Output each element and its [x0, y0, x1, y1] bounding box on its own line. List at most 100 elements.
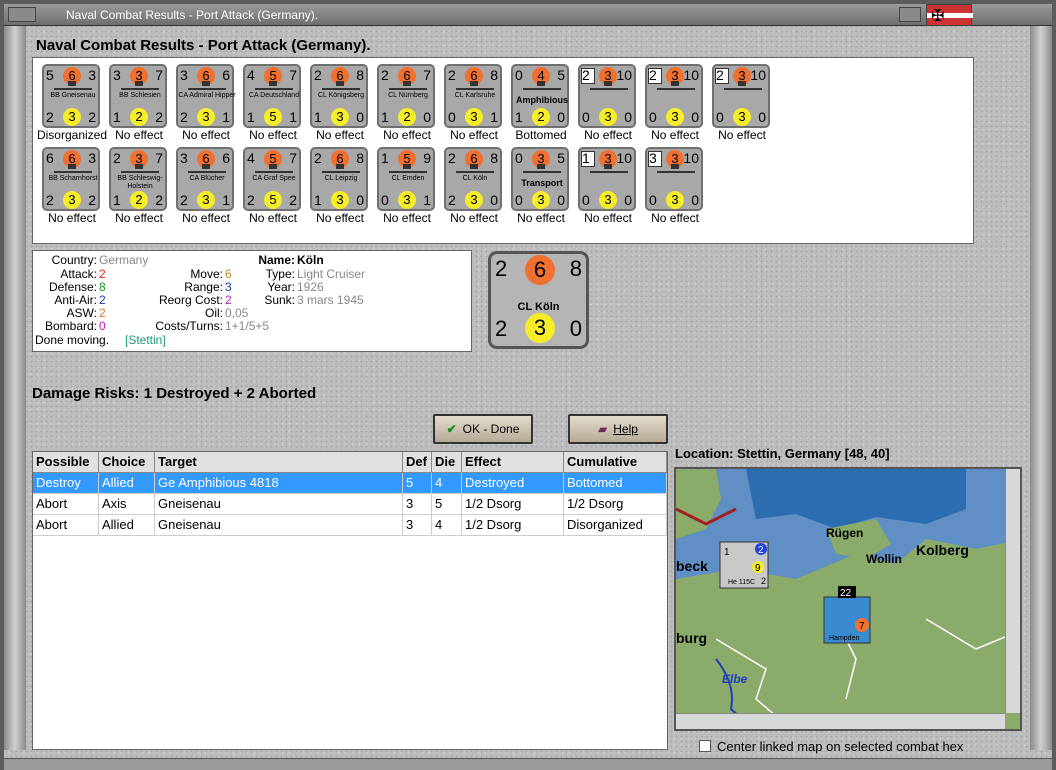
- unit-name: BB Gneisenau: [50, 92, 96, 99]
- unit-card[interactable]: 0 4 5 Amphibious 1 2 0 Bottomed: [511, 64, 573, 144]
- header-die[interactable]: Die: [432, 452, 462, 473]
- unit-card[interactable]: 2 3 10 0 3 0 No effect: [645, 64, 707, 144]
- unit-card[interactable]: 3 6 6 CA Admiral Hipper 2 3 1 No effect: [176, 64, 238, 144]
- unit-card[interactable]: 3 6 6 CA Blücher 2 3 1 No effect: [176, 147, 238, 227]
- unit-card[interactable]: 4 5 7 CA Graf Spee 2 5 2 No effect: [243, 147, 305, 227]
- map-horizontal-scrollbar[interactable]: [676, 713, 1005, 729]
- country-value: Germany: [99, 253, 149, 267]
- cell-possible: Destroy: [33, 473, 99, 494]
- unit-bl: 0: [649, 109, 657, 125]
- table-row[interactable]: Destroy Allied Ge Amphibious 4818 5 4 De…: [33, 473, 667, 494]
- unit-defense-circle: 5: [264, 191, 282, 209]
- unit-card[interactable]: 5 6 3 BB Gneisenau 2 3 2 Disorganized: [37, 64, 107, 144]
- header-target[interactable]: Target: [155, 452, 403, 473]
- unit-card[interactable]: 2 6 8 CL Köln 2 3 0 No effect: [444, 147, 506, 227]
- unit-result: No effect: [115, 128, 163, 142]
- unit-card[interactable]: 2 3 10 0 3 0 No effect: [712, 64, 774, 144]
- help-button[interactable]: ▰ Help: [568, 414, 668, 444]
- unit-bl: 0: [582, 192, 590, 208]
- unit-tr: 5: [557, 67, 565, 83]
- unit-br: 2: [155, 109, 163, 125]
- unit-chit: 1 3 10 0 3 0: [578, 147, 636, 211]
- unit-card[interactable]: 2 6 8 CL Königsberg 1 3 0 No effect: [310, 64, 372, 144]
- unit-br: 0: [423, 109, 431, 125]
- ship-icon: [456, 164, 494, 173]
- ship-icon: [121, 164, 159, 173]
- unit-tl: 1: [381, 150, 389, 166]
- map-vertical-scrollbar[interactable]: [1005, 469, 1020, 713]
- ship-icon: [54, 164, 92, 173]
- header-effect[interactable]: Effect: [462, 452, 564, 473]
- unit-bl: 2: [180, 109, 188, 125]
- cell-possible: Abort: [33, 494, 99, 515]
- header-def[interactable]: Def: [403, 452, 432, 473]
- table-header: Possible Choice Target Def Die Effect Cu…: [33, 452, 667, 473]
- unit-card[interactable]: 2 6 8 CL Leipzig 1 3 0 No effect: [310, 147, 372, 227]
- unit-card[interactable]: 3 3 7 BB Schlesien 1 2 2 No effect: [109, 64, 171, 144]
- window-control-button[interactable]: [899, 7, 921, 22]
- unit-defense-circle: 3: [63, 191, 81, 209]
- unit-defense-circle: 3: [465, 191, 483, 209]
- unit-name: BB Scharnhorst: [48, 175, 98, 182]
- unit-card[interactable]: 2 6 8 CL Karlsruhe 0 3 1 No effect: [444, 64, 506, 144]
- table-row[interactable]: Abort Axis Gneisenau 3 5 1/2 Dsorg 1/2 D…: [33, 494, 667, 515]
- unit-card[interactable]: 2 3 10 0 3 0 No effect: [578, 64, 640, 144]
- counter2-top: 22: [840, 588, 852, 599]
- costs-label: Costs/Turns:: [155, 319, 223, 333]
- unit-card[interactable]: 4 5 7 CA Deutschland 1 5 1 No effect: [243, 64, 305, 144]
- unit-name: Amphibious: [516, 95, 568, 105]
- unit-tr: 10: [683, 150, 699, 166]
- unit-defense-circle: 3: [599, 191, 617, 209]
- linked-map[interactable]: Rügen Wollin Kolberg beck burg Elbe 1 2 …: [674, 467, 1022, 731]
- unit-card[interactable]: 6 6 3 BB Scharnhorst 2 3 2 No effect: [42, 147, 104, 227]
- map-label: Wollin: [866, 552, 902, 566]
- unit-tr: 3: [88, 150, 96, 166]
- unit-tr: 6: [222, 150, 230, 166]
- cell-target: Gneisenau: [155, 515, 403, 536]
- unit-card[interactable]: 1 5 9 CL Emden 0 3 1 No effect: [377, 147, 439, 227]
- unit-tl: 1: [582, 150, 590, 166]
- map-label: burg: [676, 630, 707, 646]
- unit-br: 2: [289, 192, 297, 208]
- window-menu-button[interactable]: [8, 7, 36, 22]
- unit-defense-circle: 3: [465, 108, 483, 126]
- checkbox-box[interactable]: [699, 740, 711, 752]
- unit-card[interactable]: 3 3 10 0 3 0 No effect: [645, 147, 707, 227]
- unit-bl: 2: [46, 109, 54, 125]
- unit-tr: 10: [616, 67, 632, 83]
- unit-tl: 2: [448, 67, 456, 83]
- map-svg: Rügen Wollin Kolberg beck burg Elbe 1 2 …: [676, 469, 1020, 729]
- unit-chit: 5 6 3 BB Gneisenau 2 3 2: [42, 64, 100, 128]
- done-moving-label: Done moving.: [35, 333, 110, 347]
- cell-def: 3: [403, 515, 432, 536]
- center-map-checkbox[interactable]: Center linked map on selected combat hex: [699, 739, 963, 754]
- unit-chit: 3 6 6 CA Admiral Hipper 2 3 1: [176, 64, 236, 128]
- book-icon: ▰: [598, 422, 608, 436]
- unit-chit: 2 6 8 CL Köln 2 3 0: [444, 147, 502, 211]
- unit-name: CA Graf Spee: [252, 175, 296, 182]
- unit-tr: 7: [155, 67, 163, 83]
- unit-card[interactable]: 0 3 5 Transport 0 3 0 No effect: [511, 147, 573, 227]
- header-choice[interactable]: Choice: [99, 452, 155, 473]
- header-cumulative[interactable]: Cumulative: [564, 452, 667, 473]
- unit-chit: 2 3 10 0 3 0: [645, 64, 703, 128]
- unit-card[interactable]: 2 6 7 CL Nürnberg 1 2 0 No effect: [377, 64, 439, 144]
- map-label: Kolberg: [916, 542, 969, 558]
- unit-name: CA Blücher: [189, 175, 225, 182]
- ok-done-button[interactable]: ✔ OK - Done: [433, 414, 533, 444]
- unit-chit: 2 6 7 CL Nürnberg 1 2 0: [377, 64, 435, 128]
- unit-card[interactable]: 1 3 10 0 3 0 No effect: [578, 147, 640, 227]
- unit-card[interactable]: 2 3 7 BB Schleswig-Holstein 1 2 2 No effect: [109, 147, 171, 227]
- unit-bl: 2: [247, 192, 255, 208]
- done-moving-location: [Stettin]: [125, 333, 166, 347]
- header-possible[interactable]: Possible: [33, 452, 99, 473]
- unit-result: No effect: [584, 128, 632, 142]
- unit-tr: 10: [616, 150, 632, 166]
- chit-attack-circle: 6: [525, 255, 555, 285]
- unit-chit: 2 6 8 CL Königsberg 1 3 0: [310, 64, 368, 128]
- table-row[interactable]: Abort Allied Gneisenau 3 4 1/2 Dsorg Dis…: [33, 515, 667, 536]
- unit-br: 1: [222, 109, 230, 125]
- unit-tl: 2: [716, 67, 724, 83]
- unit-br: 2: [88, 109, 96, 125]
- unit-result: No effect: [450, 128, 498, 142]
